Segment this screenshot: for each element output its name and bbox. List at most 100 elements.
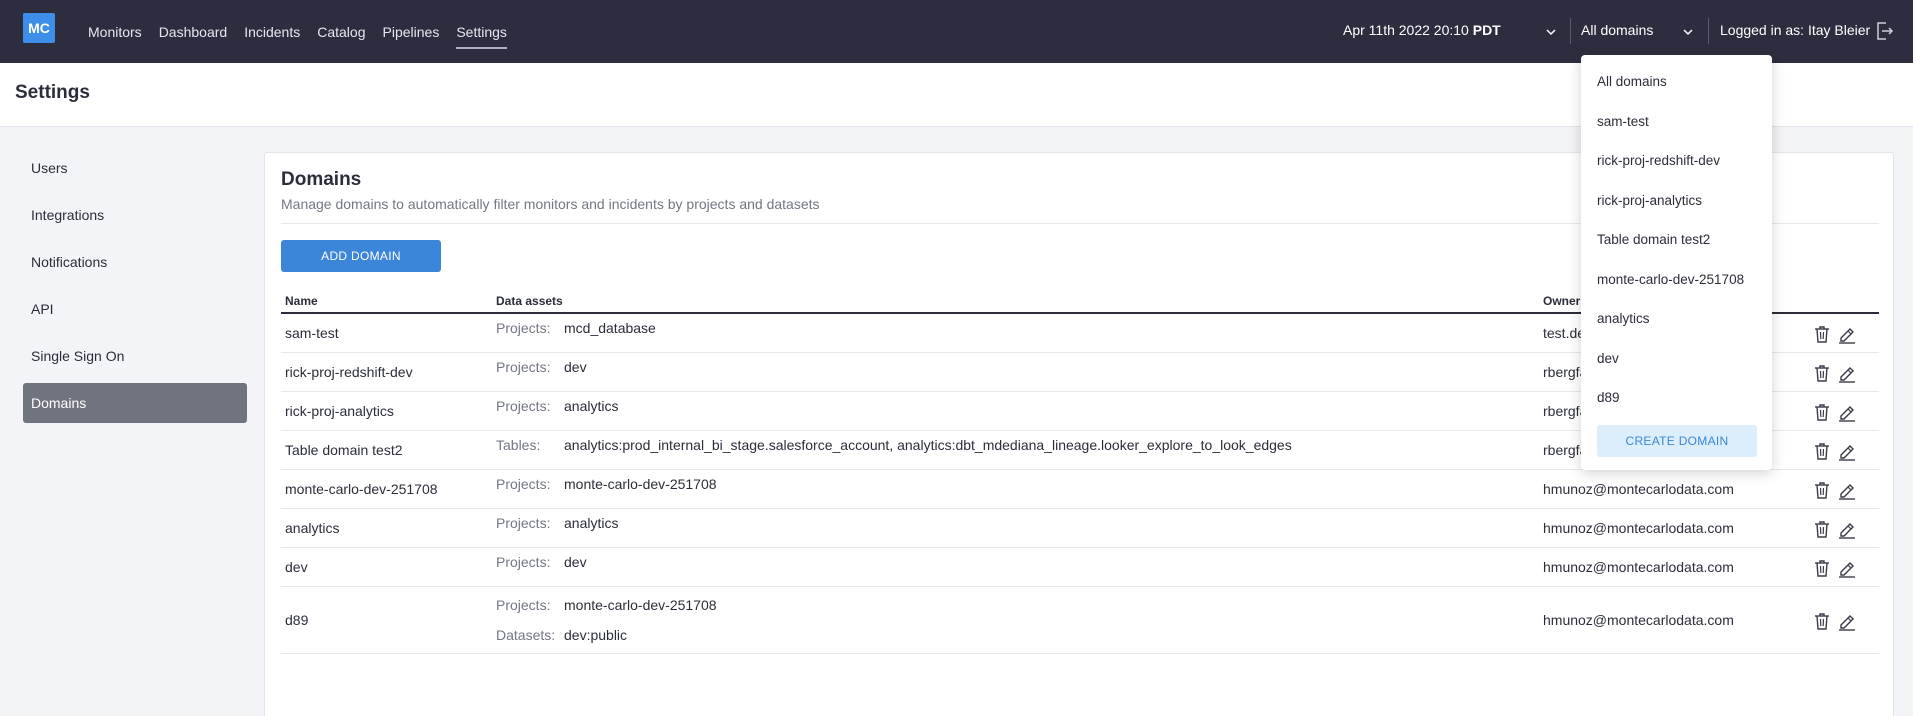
- dropdown-item-domain[interactable]: rick-proj-redshift-dev: [1597, 153, 1720, 168]
- top-navbar: MC Monitors Dashboard Incidents Catalog …: [0, 0, 1913, 63]
- sidebar-item-users[interactable]: Users: [23, 148, 247, 188]
- nav-incidents[interactable]: Incidents: [244, 0, 300, 63]
- add-domain-button[interactable]: ADD DOMAIN: [281, 240, 441, 272]
- edit-icon[interactable]: [1837, 324, 1857, 344]
- settings-sidebar: Users Integrations Notifications API Sin…: [23, 148, 247, 430]
- trash-icon[interactable]: [1812, 363, 1832, 383]
- dropdown-item-all-domains[interactable]: All domains: [1597, 74, 1667, 89]
- sidebar-item-sso[interactable]: Single Sign On: [23, 336, 247, 376]
- edit-icon[interactable]: [1837, 519, 1857, 539]
- timezone-value: PDT: [1472, 22, 1501, 38]
- column-header-assets: Data assets: [496, 294, 563, 308]
- table-row: analytics Projects: analytics hmunoz@montec…: [281, 509, 1879, 548]
- data-asset: Datasets: dev:public: [496, 627, 627, 643]
- asset-type-label: Projects:: [496, 398, 551, 414]
- domain-owner: hmunoz@montecarlodata.com: [1543, 519, 1734, 536]
- edit-icon[interactable]: [1837, 611, 1857, 631]
- asset-type-label: Projects:: [496, 515, 551, 531]
- create-domain-button[interactable]: CREATE DOMAIN: [1597, 425, 1757, 457]
- nav-settings[interactable]: Settings: [456, 0, 507, 63]
- trash-icon[interactable]: [1812, 480, 1832, 500]
- domain-name: monte-carlo-dev-251708: [285, 480, 438, 497]
- dropdown-item-domain[interactable]: Table domain test2: [1597, 232, 1710, 247]
- chevron-down-icon[interactable]: [1681, 25, 1695, 39]
- table-row: monte-carlo-dev-251708 Projects: monte-car…: [281, 470, 1879, 509]
- asset-value: monte-carlo-dev-251708: [564, 476, 717, 492]
- domain-name: analytics: [285, 519, 340, 536]
- dropdown-item-domain[interactable]: sam-test: [1597, 114, 1649, 129]
- domain-name: d89: [285, 611, 309, 628]
- dropdown-item-domain[interactable]: dev: [1597, 351, 1619, 366]
- asset-value: monte-carlo-dev-251708: [564, 597, 717, 613]
- data-asset: Projects: dev: [496, 554, 587, 570]
- table-row: d89 Projects: monte-carlo-dev-251708 Datase…: [281, 587, 1879, 654]
- logged-in-label: Logged in as: Itay Bleier: [1720, 22, 1871, 38]
- trash-icon[interactable]: [1812, 324, 1832, 344]
- edit-icon[interactable]: [1837, 441, 1857, 461]
- domain-owner: test.de: [1543, 324, 1586, 341]
- trash-icon[interactable]: [1812, 558, 1832, 578]
- sidebar-item-domains[interactable]: Domains: [23, 383, 247, 423]
- trash-icon[interactable]: [1812, 441, 1832, 461]
- edit-icon[interactable]: [1837, 402, 1857, 422]
- domains-subtitle: Manage domains to automatically filter m…: [281, 196, 820, 212]
- asset-value: analytics: [564, 515, 619, 531]
- domain-name: Table domain test2: [285, 441, 403, 458]
- domain-owner: hmunoz@montecarlodata.com: [1543, 558, 1734, 575]
- asset-type-label: Datasets:: [496, 627, 556, 643]
- dropdown-item-domain[interactable]: d89: [1597, 390, 1620, 405]
- domain-name: dev: [285, 558, 308, 575]
- sidebar-item-api[interactable]: API: [23, 289, 247, 329]
- asset-value: mcd_database: [564, 320, 656, 336]
- asset-value: dev:public: [564, 627, 628, 643]
- data-asset: Projects: monte-carlo-dev-251708: [496, 476, 717, 492]
- domain-name: rick-proj-analytics: [285, 402, 394, 419]
- data-asset: Projects: analytics: [496, 515, 618, 531]
- domain-owner: hmunoz@montecarlodata.com: [1543, 480, 1734, 497]
- dropdown-item-domain[interactable]: monte-carlo-dev-251708: [1597, 272, 1744, 287]
- app-logo[interactable]: MC: [23, 13, 55, 43]
- asset-type-label: Projects:: [496, 597, 551, 613]
- asset-value: analytics:prod_internal_bi_stage.salesfo…: [564, 437, 1292, 453]
- nav-catalog[interactable]: Catalog: [317, 0, 365, 63]
- dropdown-item-domain[interactable]: analytics: [1597, 311, 1650, 326]
- logout-icon[interactable]: [1874, 20, 1894, 42]
- data-asset: Projects: mcd_database: [496, 320, 656, 336]
- nav-dashboard[interactable]: Dashboard: [159, 0, 228, 63]
- edit-icon[interactable]: [1837, 363, 1857, 383]
- domain-dropdown-menu: All domains sam-test rick-proj-redshift-…: [1581, 55, 1772, 470]
- data-asset: Projects: analytics: [496, 398, 618, 414]
- data-asset: Tables: analytics:prod_internal_bi_stage.…: [496, 437, 1292, 453]
- divider: [1570, 18, 1571, 44]
- asset-type-label: Tables:: [496, 437, 541, 453]
- trash-icon[interactable]: [1812, 611, 1832, 631]
- domain-owner: hmunoz@montecarlodata.com: [1543, 611, 1734, 628]
- date-picker[interactable]: Apr 11th 2022 20:10 PDT: [1343, 22, 1501, 38]
- date-value: Apr 11th 2022 20:10: [1343, 22, 1469, 38]
- nav-monitors[interactable]: Monitors: [88, 0, 142, 63]
- column-header-name: Name: [285, 294, 318, 308]
- page-title: Settings: [15, 82, 90, 103]
- domain-name: rick-proj-redshift-dev: [285, 363, 413, 380]
- domain-selector[interactable]: All domains: [1581, 22, 1653, 38]
- nav-pipelines[interactable]: Pipelines: [383, 0, 440, 63]
- data-asset: Projects: monte-carlo-dev-251708: [496, 597, 717, 613]
- asset-value: dev: [564, 359, 587, 375]
- chevron-down-icon[interactable]: [1544, 25, 1558, 39]
- sidebar-item-notifications[interactable]: Notifications: [23, 242, 247, 282]
- edit-icon[interactable]: [1837, 480, 1857, 500]
- asset-value: analytics: [564, 398, 619, 414]
- asset-value: dev: [564, 554, 587, 570]
- dropdown-item-domain[interactable]: rick-proj-analytics: [1597, 193, 1702, 208]
- trash-icon[interactable]: [1812, 402, 1832, 422]
- asset-type-label: Projects:: [496, 359, 551, 375]
- data-asset: Projects: dev: [496, 359, 587, 375]
- asset-type-label: Projects:: [496, 476, 551, 492]
- edit-icon[interactable]: [1837, 558, 1857, 578]
- asset-type-label: Projects:: [496, 320, 551, 336]
- domain-name: sam-test: [285, 324, 339, 341]
- sidebar-item-integrations[interactable]: Integrations: [23, 195, 247, 235]
- asset-type-label: Projects:: [496, 554, 551, 570]
- divider: [1708, 18, 1709, 44]
- trash-icon[interactable]: [1812, 519, 1832, 539]
